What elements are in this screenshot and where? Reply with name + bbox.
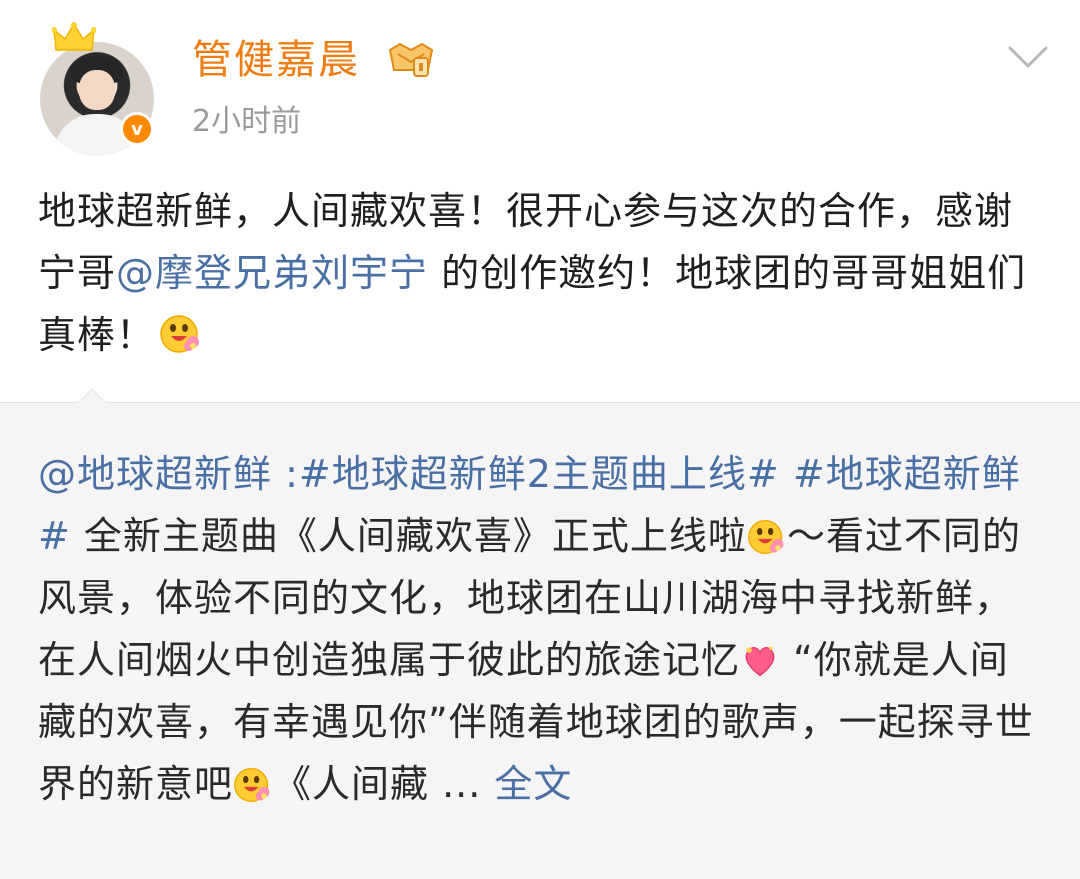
heart-emoji-icon: [745, 646, 775, 677]
full-text-link[interactable]: 全文: [494, 762, 572, 806]
repost-body: @地球超新鲜 :#地球超新鲜2主题曲上线# #地球超新鲜# 全新主题曲《人间藏欢…: [38, 443, 1038, 815]
vip-level-badge-icon[interactable]: [384, 40, 438, 80]
hug-emoji-icon: [160, 315, 200, 353]
mention-link[interactable]: @摩登兄弟刘宇宁: [116, 251, 428, 295]
post-time: 2小时前: [192, 104, 302, 139]
username[interactable]: 管健嘉晨: [192, 34, 360, 86]
avatar-container[interactable]: v: [40, 22, 158, 156]
chevron-down-icon[interactable]: [1006, 44, 1050, 70]
repost-text-4: 《人间藏 ...: [273, 762, 495, 806]
verified-badge-icon: v: [120, 112, 154, 146]
repost-mention[interactable]: @地球超新鲜: [38, 452, 272, 496]
repost-text-1: 全新主题曲《人间藏欢喜》正式上线啦: [70, 514, 747, 558]
repost-separator: :: [272, 452, 299, 496]
repost-pointer: [78, 389, 106, 403]
crown-icon: [52, 22, 96, 51]
post-body: 地球超新鲜，人间藏欢喜！很开心参与这次的合作，感谢宁哥@摩登兄弟刘宇宁 的创作邀…: [38, 180, 1048, 366]
post-header: v 管健嘉晨 2小时前: [0, 0, 1080, 160]
hashtag-1[interactable]: #地球超新鲜2主题曲上线#: [299, 452, 780, 496]
hug-emoji-icon: [234, 767, 270, 803]
hug-emoji-icon: [748, 519, 784, 555]
repost-card[interactable]: @地球超新鲜 :#地球超新鲜2主题曲上线# #地球超新鲜# 全新主题曲《人间藏欢…: [0, 389, 1080, 879]
